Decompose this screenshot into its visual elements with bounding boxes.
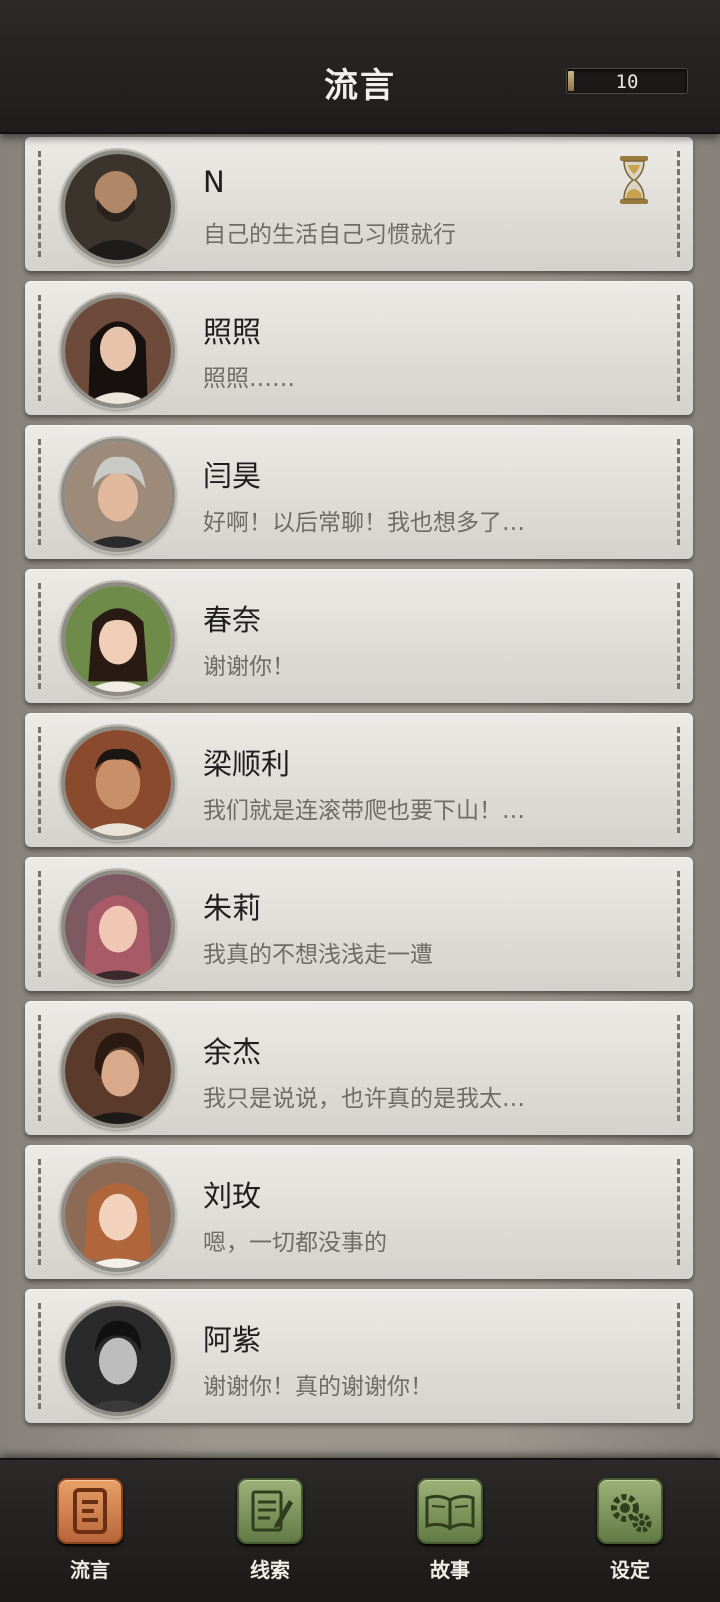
tab-label: 设定 <box>610 1558 650 1582</box>
stitch-left <box>38 1015 41 1121</box>
contact-card-azi[interactable]: 阿紫 谢谢你！真的谢谢你！ <box>25 1289 693 1423</box>
contact-card-zhuli[interactable]: 朱莉 我真的不想浅浅走一遭 <box>25 857 693 991</box>
tab-stories[interactable]: 故事 <box>400 1478 500 1588</box>
tab-label: 故事 <box>430 1558 470 1582</box>
contact-card-yanhao[interactable]: 闫昊 好啊！以后常聊！我也想多了… <box>25 425 693 559</box>
stitch-right <box>677 871 680 977</box>
contact-last-message: 我们就是连滚带爬也要下山！… <box>203 798 525 824</box>
avatar <box>61 726 175 840</box>
stitch-left <box>38 295 41 401</box>
stitch-right <box>677 1303 680 1409</box>
stitch-left <box>38 583 41 689</box>
tab-rumors[interactable]: 流言 <box>40 1478 140 1588</box>
tab-label: 流言 <box>70 1558 110 1582</box>
tab-settings[interactable]: 设定 <box>580 1478 680 1588</box>
rumor-icon <box>57 1478 123 1544</box>
contact-name: 余杰 <box>203 1035 262 1069</box>
bottom-tab-bar: 流言 线索 故事 设定 <box>0 1458 720 1602</box>
contact-last-message: 照照…… <box>203 366 295 392</box>
contact-name: 朱莉 <box>203 891 262 925</box>
story-book-icon <box>417 1478 483 1544</box>
contact-name: 春奈 <box>203 603 262 637</box>
contact-card-chunnai[interactable]: 春奈 谢谢你！ <box>25 569 693 703</box>
contact-last-message: 自己的生活自己习惯就行 <box>203 222 456 248</box>
contact-card-zhaozhao[interactable]: 照照 照照…… <box>25 281 693 415</box>
stitch-left <box>38 727 41 833</box>
stitch-right <box>677 727 680 833</box>
tab-clues[interactable]: 线索 <box>220 1478 320 1588</box>
contact-last-message: 我只是说说，也许真的是我太… <box>203 1086 525 1112</box>
avatar <box>61 1302 175 1416</box>
contact-card-yujie[interactable]: 余杰 我只是说说，也许真的是我太… <box>25 1001 693 1135</box>
stitch-left <box>38 871 41 977</box>
stitch-right <box>677 151 680 257</box>
contact-card-n[interactable]: N 自己的生活自己习惯就行 <box>25 137 693 271</box>
contact-name: 刘玫 <box>203 1179 262 1213</box>
stitch-right <box>677 295 680 401</box>
stitch-right <box>677 439 680 545</box>
stitch-left <box>38 1159 41 1265</box>
contact-last-message: 我真的不想浅浅走一遭 <box>203 942 433 968</box>
contact-last-message: 好啊！以后常聊！我也想多了… <box>203 510 525 536</box>
contact-last-message: 谢谢你！ <box>203 654 295 680</box>
contact-name: 照照 <box>203 315 262 349</box>
stitch-right <box>677 1015 680 1121</box>
avatar <box>61 150 175 264</box>
contact-name: 梁顺利 <box>203 747 291 781</box>
stitch-left <box>38 151 41 257</box>
clue-notepad-icon <box>237 1478 303 1544</box>
stitch-left <box>38 1303 41 1409</box>
stitch-right <box>677 583 680 689</box>
stitch-left <box>38 439 41 545</box>
contact-name: 闫昊 <box>203 459 262 493</box>
contact-name: N <box>203 165 225 199</box>
stitch-right <box>677 1159 680 1265</box>
contact-list[interactable]: N 自己的生活自己习惯就行 照照 照照…… 闫昊 好啊！以后常聊！我也想多了… <box>0 132 720 1458</box>
counter-value: 10 <box>615 71 639 93</box>
contact-card-liumei[interactable]: 刘玫 嗯，一切都没事的 <box>25 1145 693 1279</box>
avatar <box>61 870 175 984</box>
contact-last-message: 谢谢你！真的谢谢你！ <box>203 1374 433 1400</box>
avatar <box>61 294 175 408</box>
energy-counter: 10 <box>566 68 688 94</box>
settings-gear-icon <box>597 1478 663 1544</box>
tab-label: 线索 <box>250 1558 290 1582</box>
contact-card-liangshunli[interactable]: 梁顺利 我们就是连滚带爬也要下山！… <box>25 713 693 847</box>
contact-last-message: 嗯，一切都没事的 <box>203 1230 387 1256</box>
avatar <box>61 1014 175 1128</box>
top-bar: 流言 10 <box>0 0 720 134</box>
contact-name: 阿紫 <box>203 1323 262 1357</box>
avatar <box>61 438 175 552</box>
avatar <box>61 582 175 696</box>
hourglass-icon[interactable] <box>618 155 650 205</box>
avatar <box>61 1158 175 1272</box>
